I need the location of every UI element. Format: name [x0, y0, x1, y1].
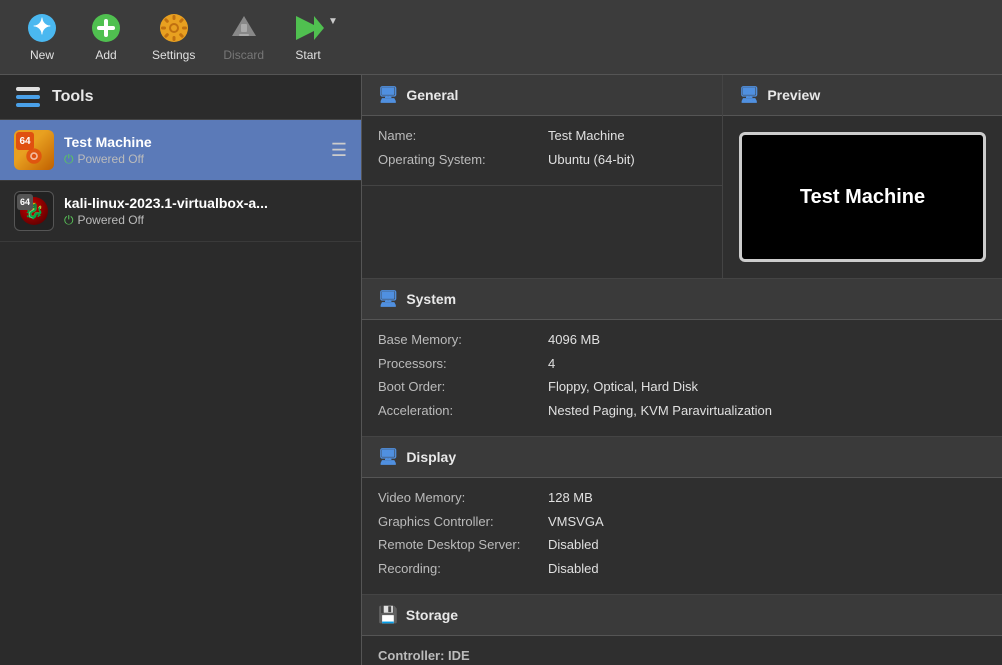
display-video-memory-row: Video Memory: 128 MB — [378, 488, 986, 508]
system-icon: 🖥 — [378, 289, 398, 309]
display-content: Video Memory: 128 MB Graphics Controller… — [362, 478, 1002, 595]
vm-item-test-machine[interactable]: 64 Test Machine ⏻ Powered Off ☰ — [0, 120, 361, 181]
sidebar-title: Tools — [52, 88, 93, 106]
start-dropdown-arrow[interactable]: ▼ — [328, 16, 338, 27]
display-icon: 🖥 — [378, 447, 398, 467]
system-content: Base Memory: 4096 MB Processors: 4 Boot … — [362, 320, 1002, 437]
vm-name-test-machine: Test Machine — [64, 134, 321, 150]
vm-status-test-machine: ⏻ Powered Off — [64, 152, 321, 167]
general-icon: 🖥 — [378, 85, 398, 105]
display-graphics-row: Graphics Controller: VMSVGA — [378, 512, 986, 532]
add-button[interactable]: Add — [76, 6, 136, 68]
vm-item-kali[interactable]: 64 🐉 kali-linux-2023.1-virtualbox-a... ⏻… — [0, 181, 361, 242]
vm-status-kali: ⏻ Powered Off — [64, 213, 347, 228]
storage-icon: 💾 — [378, 605, 398, 625]
system-processors-row: Processors: 4 — [378, 354, 986, 374]
general-content: Name: Test Machine Operating System: Ubu… — [362, 116, 722, 186]
power-icon: ⏻ — [64, 152, 74, 167]
storage-content: Controller: IDE IDE Secondary Device 0: … — [362, 636, 1002, 665]
preview-section-header: 🖥 Preview — [723, 75, 1002, 116]
system-section-header: 🖥 System — [362, 279, 1002, 320]
add-icon — [90, 12, 122, 44]
vm-name-kali: kali-linux-2023.1-virtualbox-a... — [64, 195, 347, 211]
storage-controller-ide-row: Controller: IDE — [378, 646, 986, 665]
settings-button[interactable]: Settings — [140, 6, 207, 68]
vm-info-test-machine: Test Machine ⏻ Powered Off — [64, 134, 321, 167]
storage-section-header: 💾 Storage — [362, 595, 1002, 636]
general-section-header: 🖥 General — [362, 75, 722, 116]
new-icon: ✦ — [26, 12, 58, 44]
settings-icon — [158, 12, 190, 44]
system-boot-row: Boot Order: Floppy, Optical, Hard Disk — [378, 377, 986, 397]
system-acceleration-row: Acceleration: Nested Paging, KVM Paravir… — [378, 401, 986, 421]
discard-button[interactable]: Discard — [211, 6, 276, 68]
system-memory-row: Base Memory: 4096 MB — [378, 330, 986, 350]
start-icon — [292, 12, 324, 44]
vm-menu-icon[interactable]: ☰ — [331, 140, 347, 161]
general-preview-row: 🖥 General Name: Test Machine Operating S… — [362, 75, 1002, 279]
power-icon-kali: ⏻ — [64, 213, 74, 228]
system-section: 🖥 System Base Memory: 4096 MB Processors… — [362, 279, 1002, 437]
general-os-row: Operating System: Ubuntu (64-bit) — [378, 150, 706, 170]
preview-canvas: Test Machine — [739, 132, 986, 262]
display-rdp-row: Remote Desktop Server: Disabled — [378, 535, 986, 555]
detail-panel: 🖥 General Name: Test Machine Operating S… — [362, 75, 1002, 665]
general-section: 🖥 General Name: Test Machine Operating S… — [362, 75, 722, 278]
display-section-header: 🖥 Display — [362, 437, 1002, 478]
sidebar: Tools 64 Test Machine ⏻ Powered Off ☰ — [0, 75, 362, 665]
display-recording-row: Recording: Disabled — [378, 559, 986, 579]
vm-icon-kali: 64 🐉 — [14, 191, 54, 231]
general-name-row: Name: Test Machine — [378, 126, 706, 146]
toolbar: ✦ New Add Settings — [0, 0, 1002, 75]
display-section: 🖥 Display Video Memory: 128 MB Graphics … — [362, 437, 1002, 595]
new-button[interactable]: ✦ New — [12, 6, 72, 68]
vm-icon-ubuntu: 64 — [14, 130, 54, 170]
vm-badge-kali: 64 — [17, 194, 33, 210]
sidebar-header: Tools — [0, 75, 361, 120]
discard-icon — [228, 12, 260, 44]
vm-info-kali: kali-linux-2023.1-virtualbox-a... ⏻ Powe… — [64, 195, 347, 228]
main-layout: Tools 64 Test Machine ⏻ Powered Off ☰ — [0, 75, 1002, 665]
storage-section: 💾 Storage Controller: IDE IDE Secondary … — [362, 595, 1002, 665]
tools-icon — [14, 85, 42, 109]
preview-icon: 🖥 — [739, 85, 759, 105]
preview-section: 🖥 Preview Test Machine — [722, 75, 1002, 278]
svg-text:✦: ✦ — [33, 14, 51, 39]
ubuntu-logo — [20, 144, 48, 166]
start-button[interactable]: Start ▼ — [280, 6, 350, 68]
